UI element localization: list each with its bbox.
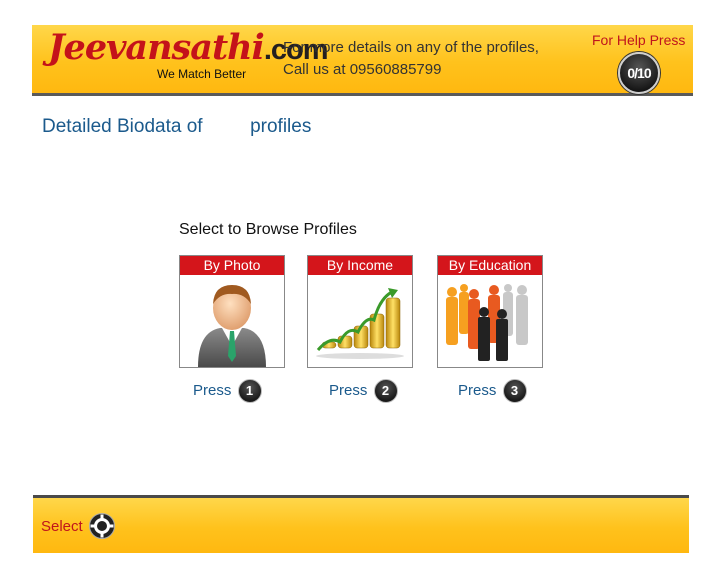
press-3-hint[interactable]: Press 3 (458, 379, 527, 403)
remote-dpad-icon[interactable] (89, 513, 115, 539)
key-1-badge: 1 (237, 379, 262, 403)
contact-info: For more details on any of the profiles,… (283, 37, 539, 81)
press-label: Press (193, 381, 232, 399)
help-label: For Help Press (592, 32, 686, 48)
card-title-income: By Income (308, 256, 412, 275)
header-bar: Jeevansathi.com We Match Better For more… (32, 25, 693, 96)
page-title-prefix: Detailed Biodata of (42, 116, 203, 137)
press-label: Press (329, 381, 368, 399)
key-3-badge: 3 (502, 379, 527, 403)
press-1-hint[interactable]: Press 1 (193, 379, 262, 403)
help-counter-button[interactable]: 0/10 (618, 52, 660, 94)
logo-tagline: We Match Better (157, 67, 247, 81)
browse-label: Select to Browse Profiles (179, 221, 357, 238)
footer-bar: Select (33, 495, 689, 553)
contact-info-line1: For more details on any of the profiles, (283, 39, 539, 56)
contact-info-line2: Call us at 09560885799 (283, 61, 442, 78)
browse-by-education-card[interactable]: By Education (437, 255, 543, 368)
browse-by-photo-card[interactable]: By Photo (179, 255, 285, 368)
press-2-hint[interactable]: Press 2 (329, 379, 398, 403)
card-title-photo: By Photo (180, 256, 284, 275)
income-growth-icon (316, 288, 404, 359)
browse-by-income-card[interactable]: By Income (307, 255, 413, 368)
card-title-education: By Education (438, 256, 542, 275)
education-people-icon (446, 284, 528, 361)
logo-text-main: Jeevansathi (48, 27, 265, 68)
page-title: Detailed Biodata of profiles (42, 116, 311, 138)
press-label: Press (458, 381, 497, 399)
person-icon (198, 285, 266, 367)
page-title-suffix: profiles (250, 116, 312, 137)
select-label: Select (41, 518, 83, 535)
key-2-badge: 2 (373, 379, 398, 403)
